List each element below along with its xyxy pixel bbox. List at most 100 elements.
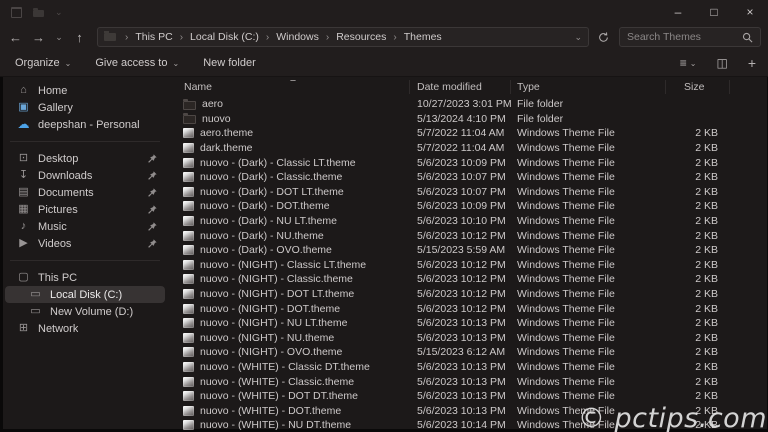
column-label: Name <box>184 81 212 93</box>
sidebar-item-music[interactable]: ♪Music <box>5 218 165 235</box>
table-row[interactable]: nuovo - (NIGHT) - OVO.theme5/15/2023 6:1… <box>170 345 768 360</box>
table-row[interactable]: nuovo - (WHITE) - Classic DT.theme5/6/20… <box>170 360 768 375</box>
file-name-cell: dark.theme <box>170 142 410 154</box>
recent-locations-icon[interactable]: ⌄ <box>50 26 68 48</box>
preview-pane-button[interactable]: ◫ <box>716 56 727 70</box>
file-type: Windows Theme File <box>511 127 666 139</box>
file-type: Windows Theme File <box>511 332 666 344</box>
sidebar-item-local-disk-c[interactable]: ▭Local Disk (C:) <box>5 286 165 303</box>
column-label: Type <box>517 81 540 93</box>
file-size: 2 KB <box>666 346 730 358</box>
file-name: nuovo - (Dark) - Classic LT.theme <box>200 157 356 169</box>
sidebar-item-this-pc[interactable]: ▢This PC <box>5 269 165 286</box>
file-name: nuovo <box>202 113 231 125</box>
file-name: nuovo - (WHITE) - DOT.theme <box>200 405 341 417</box>
forward-button[interactable]: → <box>27 26 50 48</box>
table-row[interactable]: nuovo - (Dark) - NU.theme5/6/2023 10:12 … <box>170 228 768 243</box>
file-type: Windows Theme File <box>511 303 666 315</box>
theme-icon <box>183 304 194 314</box>
sidebar-item-new-volume-d[interactable]: ▭New Volume (D:) <box>5 303 165 320</box>
sidebar-divider <box>10 260 160 261</box>
file-date-modified: 5/6/2023 10:12 PM <box>410 273 511 285</box>
table-row[interactable]: aero.theme5/7/2022 11:04 AMWindows Theme… <box>170 126 768 141</box>
file-date-modified: 5/15/2023 6:12 AM <box>410 346 511 358</box>
table-row[interactable]: nuovo - (NIGHT) - DOT.theme5/6/2023 10:1… <box>170 301 768 316</box>
folder-icon <box>183 115 196 124</box>
music-icon: ♪ <box>16 221 31 232</box>
theme-icon <box>183 391 194 401</box>
sidebar-item-desktop[interactable]: ⊡Desktop <box>5 150 165 167</box>
file-size: 2 KB <box>666 390 730 402</box>
sidebar-item-gallery[interactable]: ▣Gallery <box>5 99 165 116</box>
table-row[interactable]: nuovo - (Dark) - OVO.theme5/15/2023 5:59… <box>170 243 768 258</box>
file-type: Windows Theme File <box>511 230 666 242</box>
window-controls: – □ × <box>660 0 768 24</box>
table-row[interactable]: nuovo - (Dark) - Classic.theme5/6/2023 1… <box>170 170 768 185</box>
file-name: aero <box>202 98 223 110</box>
table-row[interactable]: aero10/27/2023 3:01 PMFile folder <box>170 97 768 112</box>
theme-icon <box>183 245 194 255</box>
table-row[interactable]: nuovo - (Dark) - DOT.theme5/6/2023 10:09… <box>170 199 768 214</box>
theme-icon <box>183 260 194 270</box>
file-size: 2 KB <box>666 200 730 212</box>
address-dropdown-icon[interactable]: ⌄ <box>574 32 582 43</box>
table-row[interactable]: nuovo - (NIGHT) - Classic LT.theme5/6/20… <box>170 258 768 273</box>
view-options-button[interactable]: ≡⌄ <box>680 56 697 70</box>
file-name: nuovo - (NIGHT) - NU.theme <box>200 332 334 344</box>
breadcrumb-item-this-pc[interactable]: This PC <box>135 31 172 43</box>
minimize-button[interactable]: – <box>660 0 696 24</box>
give-access-to-button[interactable]: Give access to ⌄ <box>95 57 179 69</box>
organize-button[interactable]: Organize ⌄ <box>15 57 71 69</box>
column-header-date-modified[interactable]: Date modified <box>410 80 511 94</box>
file-date-modified: 5/6/2023 10:13 PM <box>410 332 511 344</box>
table-row[interactable]: nuovo - (NIGHT) - DOT LT.theme5/6/2023 1… <box>170 287 768 302</box>
table-row[interactable]: nuovo - (WHITE) - Classic.theme5/6/2023 … <box>170 374 768 389</box>
sidebar-item-home[interactable]: ⌂Home <box>5 82 165 99</box>
refresh-icon <box>598 32 609 43</box>
table-row[interactable]: nuovo - (NIGHT) - NU.theme 5/6/2023 10:13… <box>170 331 768 346</box>
sidebar-item-videos[interactable]: ▶Videos <box>5 235 165 252</box>
sidebar-item-pictures[interactable]: ▦Pictures <box>5 201 165 218</box>
table-row[interactable]: dark.theme5/7/2022 11:04 AMWindows Theme… <box>170 141 768 156</box>
column-header-size[interactable]: Size <box>666 80 730 94</box>
sidebar-item-label: Pictures <box>38 204 78 216</box>
table-row[interactable]: nuovo - (Dark) - DOT LT.theme5/6/2023 10… <box>170 185 768 200</box>
folder-icon <box>183 101 196 110</box>
refresh-button[interactable] <box>591 26 615 48</box>
breadcrumb-item-windows[interactable]: Windows <box>276 31 319 43</box>
sidebar-item-documents[interactable]: ▤Documents <box>5 184 165 201</box>
sidebar-item-label: Videos <box>38 238 71 250</box>
expand-ribbon-button[interactable]: + <box>748 55 756 71</box>
sidebar-item-downloads[interactable]: ↧Downloads <box>5 167 165 184</box>
new-folder-button[interactable]: New folder <box>203 57 256 69</box>
table-row[interactable]: nuovo5/13/2024 4:10 PMFile folder <box>170 112 768 127</box>
table-row[interactable]: nuovo - (Dark) - Classic LT.theme5/6/202… <box>170 155 768 170</box>
breadcrumb[interactable]: ›This PC›Local Disk (C:)›Windows›Resourc… <box>97 27 589 47</box>
breadcrumb-item-local-disk-c[interactable]: Local Disk (C:) <box>190 31 259 43</box>
chevron-down-icon: ⌄ <box>690 59 697 68</box>
table-row[interactable]: nuovo - (WHITE) - DOT DT.theme5/6/2023 1… <box>170 389 768 404</box>
file-date-modified: 5/7/2022 11:04 AM <box>410 142 511 154</box>
sidebar-item-network[interactable]: ⊞Network <box>5 320 165 337</box>
table-row[interactable]: nuovo - (NIGHT) - Classic.theme5/6/2023 … <box>170 272 768 287</box>
sidebar-item-label: Documents <box>38 187 94 199</box>
up-button[interactable]: ↑ <box>68 26 91 48</box>
file-name: nuovo - (NIGHT) - DOT.theme <box>200 303 340 315</box>
maximize-button[interactable]: □ <box>696 0 732 24</box>
search-icon[interactable] <box>742 32 753 43</box>
cloud-icon: ☁ <box>16 119 31 130</box>
back-button[interactable]: ← <box>4 26 27 48</box>
breadcrumb-item-themes[interactable]: Themes <box>404 31 442 43</box>
breadcrumb-item-resources[interactable]: Resources <box>336 31 386 43</box>
column-header-type[interactable]: Type <box>511 80 666 94</box>
table-row[interactable]: nuovo - (NIGHT) - NU LT.theme5/6/2023 10… <box>170 316 768 331</box>
sidebar-item-deepshan-personal[interactable]: ☁deepshan - Personal <box>5 116 165 133</box>
chevron-down-icon[interactable]: ⌄ <box>55 8 63 17</box>
file-date-modified: 5/15/2023 5:59 AM <box>410 244 511 256</box>
file-date-modified: 5/6/2023 10:07 PM <box>410 171 511 183</box>
table-row[interactable]: nuovo - (Dark) - NU LT.theme5/6/2023 10:… <box>170 214 768 229</box>
theme-icon <box>183 201 194 211</box>
close-button[interactable]: × <box>732 0 768 24</box>
column-header-name[interactable]: Name <box>170 80 410 94</box>
search-input[interactable]: Search Themes <box>619 27 761 47</box>
